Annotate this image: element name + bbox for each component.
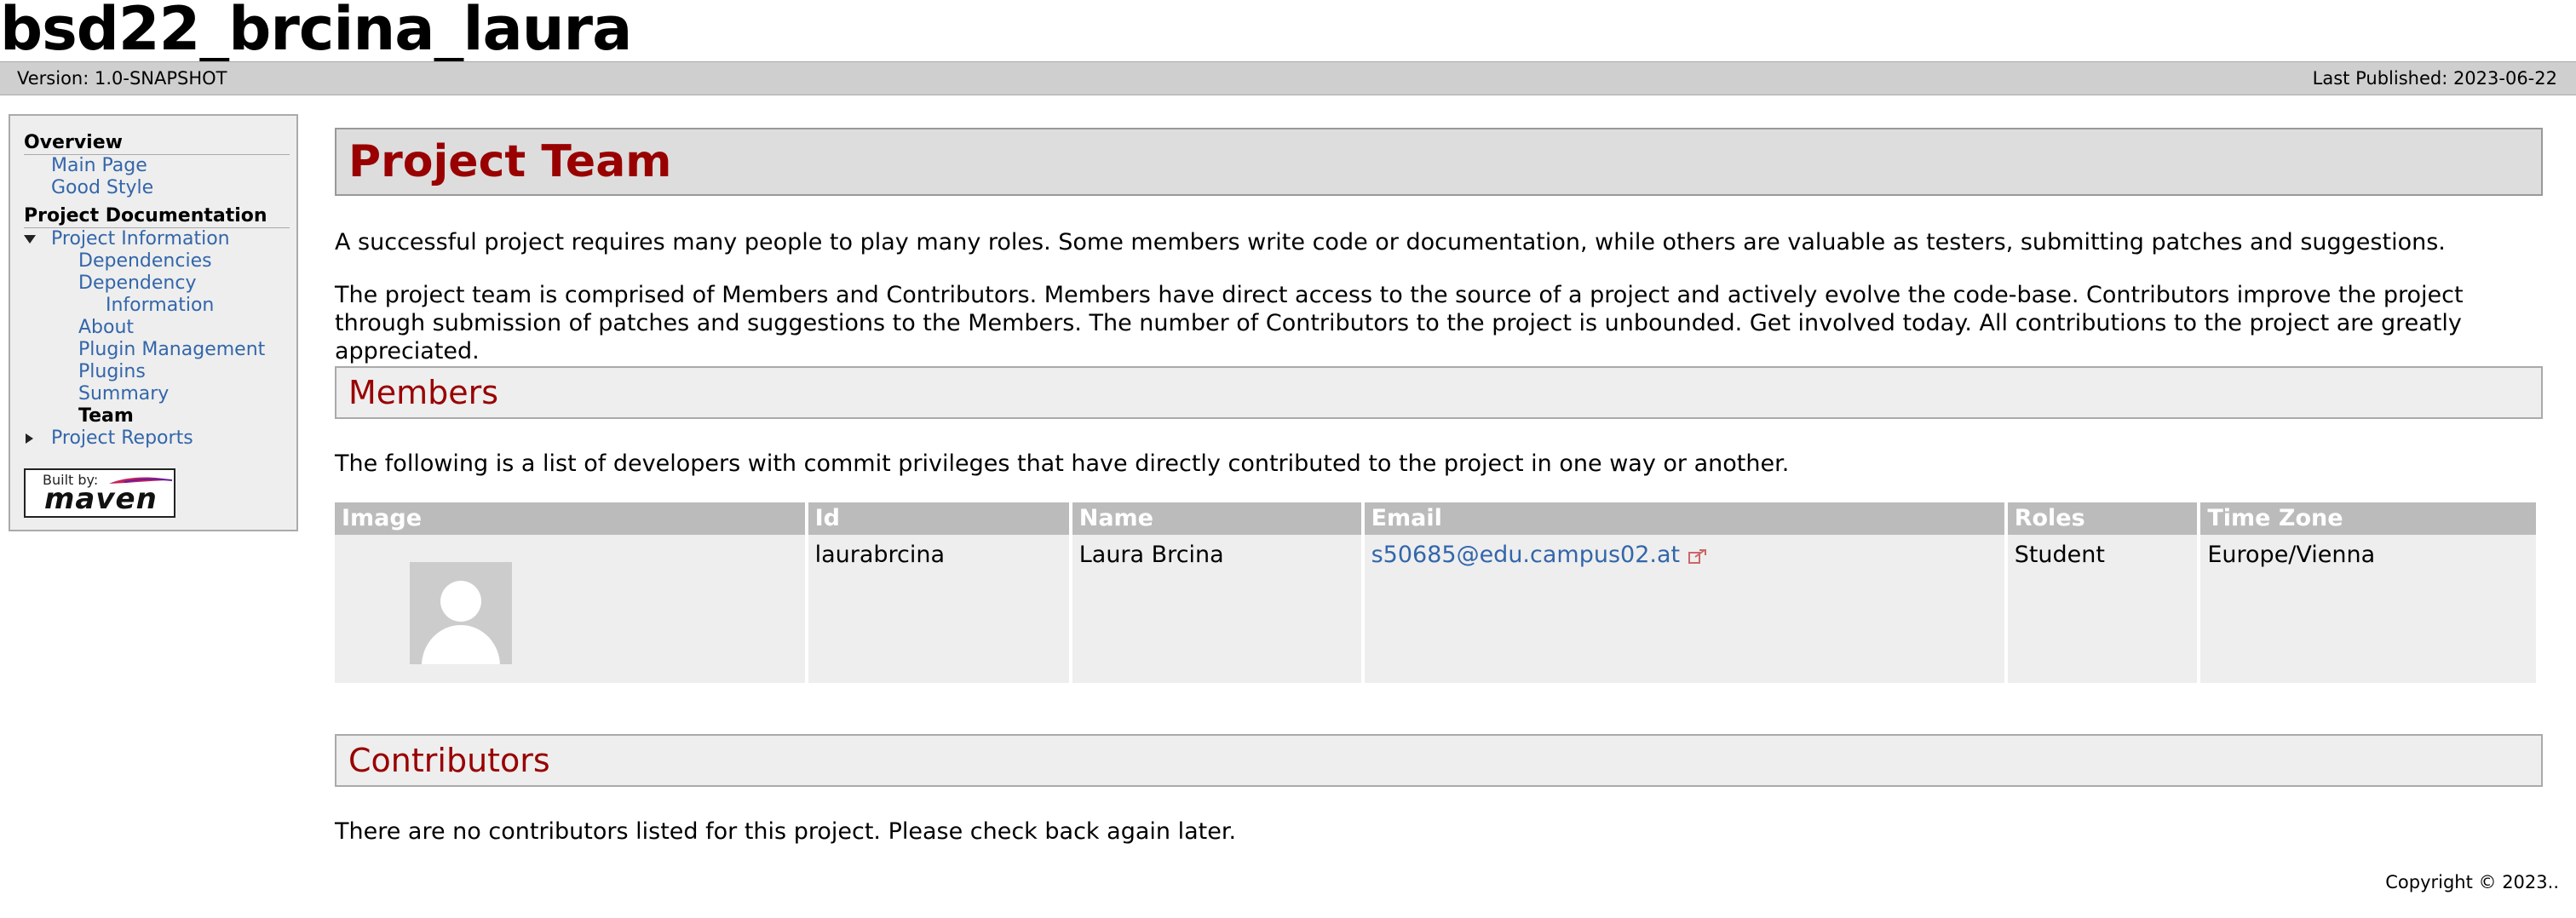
sidebar-item-main-page[interactable]: Main Page (24, 155, 296, 177)
dependency-information-link[interactable]: Dependency (78, 273, 196, 294)
sidebar-item-summary[interactable]: Summary (24, 383, 296, 405)
member-image-cell (335, 535, 805, 683)
dependency-information-line1: Dependency (78, 273, 197, 294)
sidebar-item-project-reports[interactable]: Project Reports (24, 427, 296, 450)
avatar (410, 562, 512, 664)
team-description-paragraph: The project team is comprised of Members… (335, 282, 2464, 364)
members-intro-paragraph: The following is a list of developers wi… (335, 450, 1790, 477)
summary-link[interactable]: Summary (78, 383, 169, 404)
sidebar-item-project-information[interactable]: Project Information (24, 228, 296, 250)
nav-heading-overview: Overview (24, 133, 290, 155)
collapsed-triangle-icon[interactable] (26, 433, 33, 444)
member-email-link[interactable]: s50685@edu.campus02.at (1371, 542, 1680, 568)
sidebar-item-plugin-management[interactable]: Plugin Management (24, 339, 296, 361)
last-published-label: Last Published: 2023-06-22 (2312, 68, 2557, 89)
project-reports-link[interactable]: Project Reports (51, 427, 193, 449)
breadcrumb: Version: 1.0-SNAPSHOT Last Published: 20… (0, 61, 2576, 95)
column-header-roles: Roles (2007, 502, 2198, 535)
expanded-triangle-icon[interactable] (24, 235, 36, 244)
table-row: laurabrcina Laura Brcina s50685@edu.camp… (335, 535, 2536, 683)
page-title: Project Team (335, 128, 2543, 196)
sidebar-item-dependencies[interactable]: Dependencies (24, 250, 296, 273)
team-current-item: Team (78, 405, 134, 427)
members-table: Image Id Name Email Roles Time Zone laur… (331, 502, 2539, 683)
sidebar-item-good-style[interactable]: Good Style (24, 177, 296, 199)
about-link[interactable]: About (78, 317, 134, 338)
version-label: Version: 1.0-SNAPSHOT (17, 68, 227, 89)
member-roles-cell: Student (2007, 535, 2198, 683)
built-by-maven-logo[interactable]: Built by: maven (24, 468, 175, 518)
main-page-link[interactable]: Main Page (51, 155, 147, 176)
sidebar-item-plugins[interactable]: Plugins (24, 361, 296, 383)
site-title: bsd22_brcina_laura (0, 0, 632, 64)
column-header-email: Email (1364, 502, 2004, 535)
dependency-information-line2: Information (106, 295, 215, 316)
project-information-link[interactable]: Project Information (51, 228, 230, 250)
member-id-cell: laurabrcina (808, 535, 1069, 683)
column-header-image: Image (335, 502, 805, 535)
dependency-information-link-cont[interactable]: Information (106, 295, 214, 316)
sidebar-item-dependency-information-cont[interactable]: Information (24, 295, 296, 317)
default-avatar-icon (410, 562, 512, 664)
table-header-row: Image Id Name Email Roles Time Zone (335, 502, 2536, 535)
maven-logo-text: maven (44, 482, 158, 516)
sidebar-item-dependency-information[interactable]: Dependency (24, 273, 296, 295)
plugins-link[interactable]: Plugins (78, 361, 146, 382)
nav-heading-project-documentation: Project Documentation (24, 206, 290, 228)
main-content: Project Team A successful project requir… (335, 128, 2543, 845)
footer-copyright: Copyright © 2023.. (2385, 872, 2559, 892)
member-name-cell: Laura Brcina (1072, 535, 1361, 683)
members-heading: Members (335, 366, 2543, 419)
sidebar: Overview Main Page Good Style Project Do… (9, 114, 298, 531)
contributors-paragraph: There are no contributors listed for thi… (335, 818, 1237, 845)
member-email-cell: s50685@edu.campus02.at (1364, 535, 2004, 683)
contributors-heading: Contributors (335, 734, 2543, 787)
sidebar-item-team: Team (24, 405, 296, 427)
banner: bsd22_brcina_laura (0, 0, 2576, 64)
member-timezone-cell: Europe/Vienna (2200, 535, 2536, 683)
dependencies-link[interactable]: Dependencies (78, 250, 212, 272)
column-header-name: Name (1072, 502, 1361, 535)
column-header-timezone: Time Zone (2200, 502, 2536, 535)
external-link-icon[interactable] (1688, 548, 1707, 564)
nav-column: Overview Main Page Good Style Project Do… (10, 116, 296, 450)
sidebar-item-about[interactable]: About (24, 317, 296, 339)
intro-paragraph: A successful project requires many peopl… (335, 229, 2446, 255)
column-header-id: Id (808, 502, 1069, 535)
plugin-management-link[interactable]: Plugin Management (78, 339, 265, 360)
good-style-link[interactable]: Good Style (51, 177, 153, 198)
